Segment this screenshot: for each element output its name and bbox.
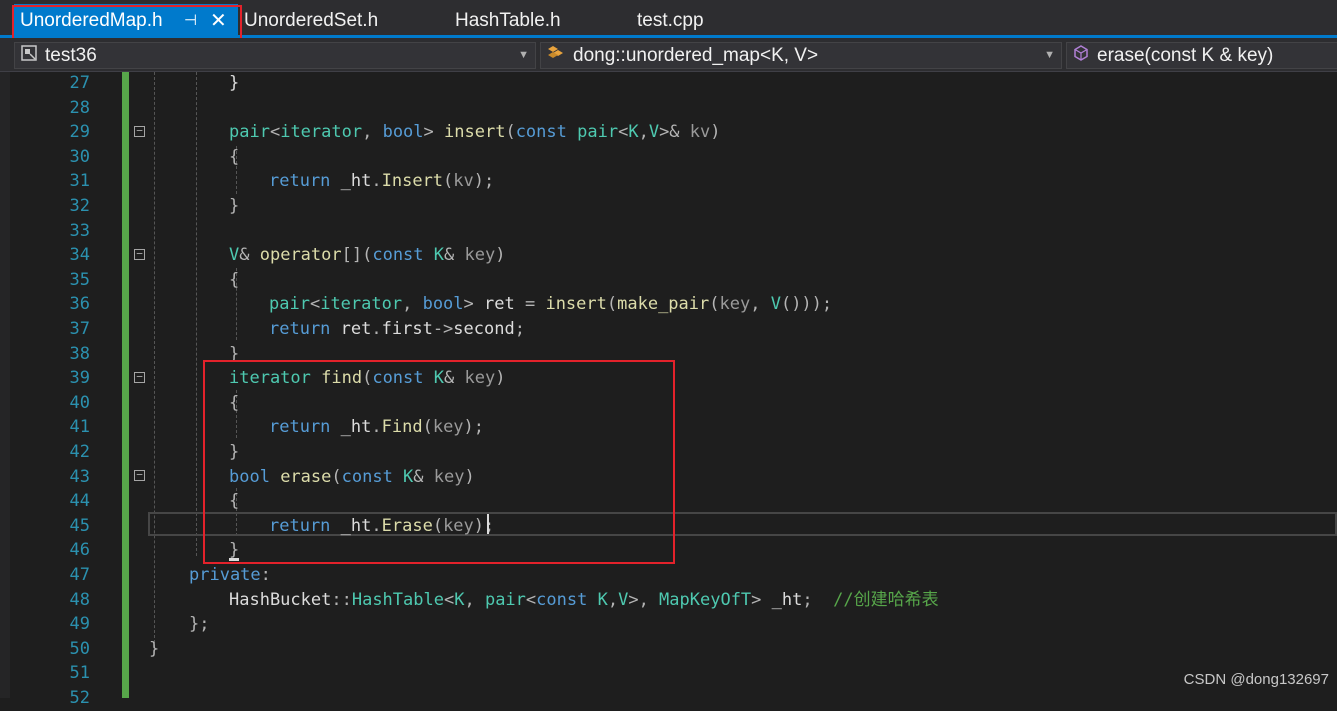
code-line[interactable]: { (229, 489, 239, 514)
code-line[interactable]: } (229, 71, 239, 96)
line-number: 28 (69, 97, 90, 118)
code-line[interactable]: } (229, 194, 239, 219)
line-number: 29 (69, 122, 90, 143)
line-number: 45 (69, 515, 90, 536)
tab-hashtable-h[interactable]: HashTable.h (455, 4, 561, 38)
line-number: 31 (69, 171, 90, 192)
line-number: 51 (69, 663, 90, 684)
line-number: 32 (69, 196, 90, 216)
code-line[interactable]: }; (189, 612, 209, 637)
collapse-icon[interactable]: − (134, 125, 145, 137)
member-name: erase(const K & key) (1097, 45, 1274, 66)
left-tool-strip (0, 72, 10, 698)
line-number: 42 (69, 442, 90, 462)
chevron-down-icon: ▼ (1044, 49, 1055, 61)
line-number: 27 (69, 73, 90, 93)
line-number: 40 (69, 392, 90, 413)
line-number: 36 (69, 294, 90, 315)
line-number: 30 (69, 146, 90, 167)
collapse-icon[interactable]: − (134, 371, 145, 383)
scope-name: dong::unordered_map<K, V> (573, 45, 819, 66)
member-dropdown[interactable]: erase(const K & key) (1066, 42, 1337, 69)
code-line[interactable]: pair<iterator, bool> insert(const pair<K… (229, 120, 721, 145)
code-line[interactable]: iterator find(const K& key) (229, 366, 505, 391)
collapse-icon[interactable]: − (134, 469, 145, 481)
collapse-icon[interactable]: − (134, 248, 145, 260)
tab-label: UnorderedSet.h (244, 10, 379, 31)
close-icon[interactable]: ✕ (210, 4, 227, 38)
scope-dropdown[interactable]: dong::unordered_map<K, V> ▼ (540, 42, 1062, 69)
tab-test-cpp[interactable]: test.cpp (637, 4, 704, 38)
code-line[interactable]: { (229, 145, 239, 170)
tab-label: test.cpp (637, 10, 704, 31)
code-line[interactable]: private: (189, 563, 271, 588)
tab-unorderedset-h[interactable]: UnorderedSet.h (244, 4, 378, 38)
line-number: 43 (69, 466, 90, 487)
line-number: 33 (69, 220, 90, 241)
tab-label: HashTable.h (455, 10, 561, 31)
code-line[interactable]: pair<iterator, bool> ret = insert(make_p… (269, 292, 832, 317)
document-tab-bar: UnorderedMap.h ⊣ ✕ UnorderedSet.h HashTa… (0, 0, 1337, 38)
line-number: 50 (69, 638, 90, 659)
navigation-bar: test36 ▼ dong::unordered_map<K, V> ▼ era… (0, 38, 1337, 72)
line-number: 38 (69, 343, 90, 364)
code-line[interactable]: } (229, 342, 239, 367)
code-line[interactable]: return _ht.Find(key); (269, 415, 484, 440)
change-indicator-bar (122, 72, 129, 698)
code-line[interactable]: } (229, 440, 239, 465)
project-dropdown[interactable]: test36 ▼ (14, 42, 536, 69)
line-number: 41 (69, 417, 90, 438)
line-number: 34 (69, 245, 90, 266)
project-icon (19, 44, 39, 68)
code-line[interactable]: return ret.first->second; (269, 317, 525, 342)
line-number: 39 (69, 368, 90, 389)
line-number: 47 (69, 565, 90, 585)
code-line-current[interactable]: return _ht.Erase(key); (269, 514, 494, 539)
code-line[interactable]: { (229, 391, 239, 416)
line-number: 49 (69, 614, 90, 635)
code-line[interactable]: return _ht.Insert(kv); (269, 169, 494, 194)
tab-label: UnorderedMap.h (20, 10, 163, 31)
line-number: 35 (69, 269, 90, 290)
line-number: 48 (69, 589, 90, 610)
class-icon (545, 44, 565, 68)
project-name: test36 (45, 45, 97, 66)
line-number: 44 (69, 491, 90, 512)
pin-icon[interactable]: ⊣ (184, 4, 197, 38)
line-number: 46 (69, 540, 90, 561)
indent-guide (154, 72, 155, 648)
chevron-down-icon: ▼ (518, 49, 529, 61)
code-line[interactable]: HashBucket::HashTable<K, pair<const K,V>… (229, 588, 939, 613)
code-line[interactable]: V& operator[](const K& key) (229, 243, 505, 268)
text-caret (487, 514, 489, 534)
line-number: 52 (69, 688, 90, 708)
code-line[interactable]: } (149, 637, 159, 662)
line-number: 37 (69, 319, 90, 339)
code-line[interactable]: bool erase(const K& key) (229, 465, 475, 490)
watermark: CSDN @dong132697 (1183, 671, 1329, 688)
method-icon (1071, 44, 1091, 68)
tab-unorderedmap-h[interactable]: UnorderedMap.h ⊣ ✕ (14, 4, 238, 38)
brace-match-underline (229, 558, 239, 561)
code-line[interactable]: { (229, 268, 239, 293)
indent-guide (196, 72, 197, 556)
